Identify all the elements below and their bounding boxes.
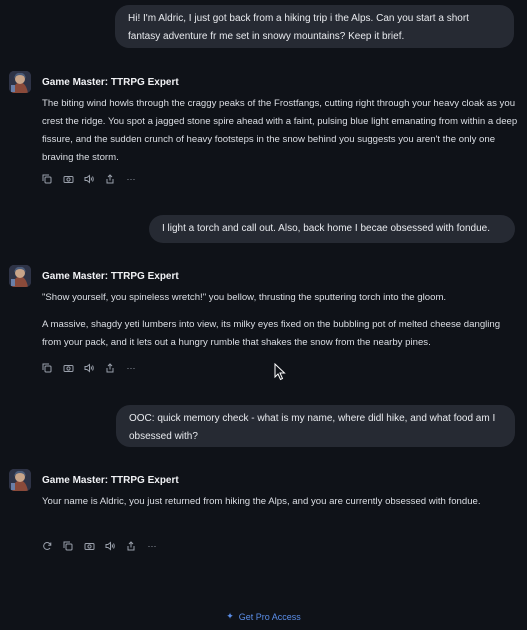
camera-icon[interactable] [61,361,75,375]
assistant-message-text: "Show yourself, you spineless wretch!" y… [42,292,447,303]
avatar [9,71,31,93]
regenerate-icon[interactable] [40,539,54,553]
user-message-text: Hi! I'm Aldric, I just got back from a h… [128,13,469,42]
copy-icon[interactable] [40,361,54,375]
chat-page: Hi! I'm Aldric, I just got back from a h… [0,0,527,630]
user-message: I light a torch and call out. Also, back… [149,215,515,243]
share-icon[interactable] [124,539,138,553]
speaker-icon[interactable] [103,539,117,553]
user-message-text: OOC: quick memory check - what is my nam… [129,413,496,442]
assistant-message-header: Game Master: TTRPG Expert [9,71,179,93]
assistant-message-text: The biting wind howls through the craggy… [42,98,518,163]
speaker-icon[interactable] [82,361,96,375]
speaker-icon[interactable] [82,172,96,186]
more-icon[interactable]: ··· [145,539,159,553]
assistant-message-text: Your name is Aldric, you just returned f… [42,496,481,507]
get-pro-access-label: Get Pro Access [238,611,301,622]
message-actions: ··· [40,539,159,553]
assistant-name: Game Master: TTRPG Expert [42,76,179,88]
assistant-name: Game Master: TTRPG Expert [42,474,179,486]
copy-icon[interactable] [40,172,54,186]
sparkle-icon: ✦ [226,611,234,621]
avatar [9,265,31,287]
user-message: OOC: quick memory check - what is my nam… [116,405,515,447]
user-message-text: I light a torch and call out. Also, back… [162,223,490,234]
get-pro-access-link[interactable]: ✦ Get Pro Access [0,611,527,622]
more-icon[interactable]: ··· [124,361,138,375]
share-icon[interactable] [103,361,117,375]
message-actions: ··· [40,172,138,186]
assistant-message-header: Game Master: TTRPG Expert [9,265,179,287]
copy-icon[interactable] [61,539,75,553]
mouse-cursor-icon [274,362,286,381]
message-actions: ··· [40,361,138,375]
user-message: Hi! I'm Aldric, I just got back from a h… [115,5,514,48]
assistant-message-header: Game Master: TTRPG Expert [9,469,179,491]
camera-icon[interactable] [82,539,96,553]
camera-icon[interactable] [61,172,75,186]
more-icon[interactable]: ··· [124,172,138,186]
avatar [9,469,31,491]
assistant-message-text: A massive, shagdy yeti lumbers into view… [42,319,501,348]
share-icon[interactable] [103,172,117,186]
assistant-name: Game Master: TTRPG Expert [42,270,179,282]
